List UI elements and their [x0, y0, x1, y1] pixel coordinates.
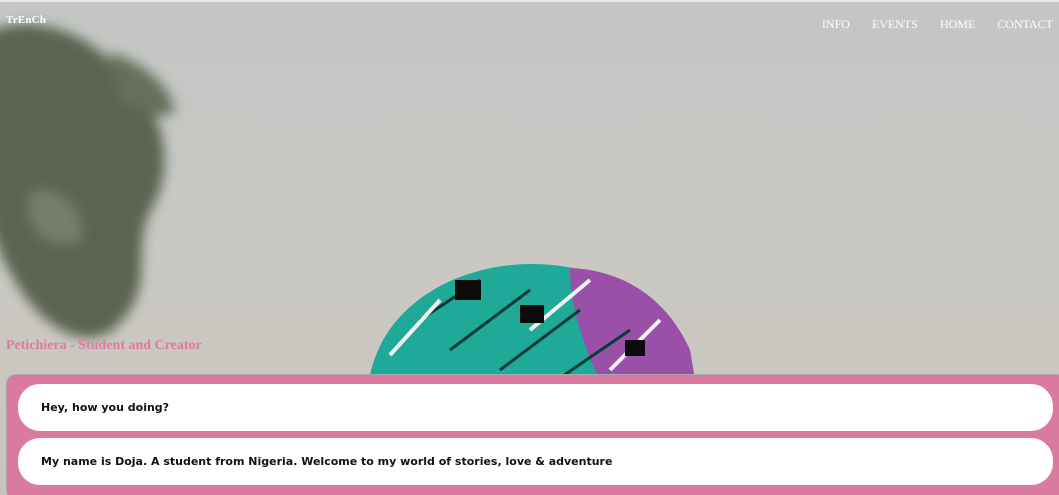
nav-info-link[interactable]: INFO — [822, 17, 850, 32]
top-navigation: INFO EVENTS HOME CONTACT — [822, 17, 1053, 32]
page: TrEnCh INFO EVENTS HOME CONTACT Petichie… — [0, 0, 1059, 495]
hero-subtitle: Petichiera - Student and Creator — [6, 338, 202, 353]
message-bubble-greeting: Hey, how you doing? — [18, 384, 1053, 431]
tree-foliage-image — [0, 24, 175, 338]
nav-home-link[interactable]: HOME — [940, 17, 975, 32]
nav-contact-link[interactable]: CONTACT — [997, 17, 1053, 32]
nav-events-link[interactable]: EVENTS — [872, 17, 918, 32]
message-panel: Hey, how you doing? My name is Doja. A s… — [6, 374, 1059, 495]
message-bubble-intro: My name is Doja. A student from Nigeria.… — [18, 438, 1053, 485]
site-logo[interactable]: TrEnCh — [6, 14, 46, 26]
